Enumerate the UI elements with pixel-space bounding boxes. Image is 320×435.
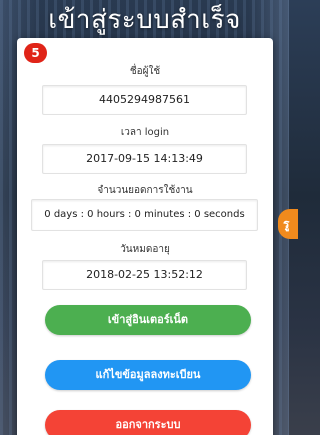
internet-button[interactable]: เข้าสู่อินเตอร์เน็ต <box>45 305 251 335</box>
logout-button[interactable]: ออกจากระบบ <box>45 410 251 435</box>
login-status-card: 5 ชื่อผู้ใช้ 4405294987561 เวลา login 20… <box>17 38 273 435</box>
username-field: 4405294987561 <box>42 85 247 115</box>
expiry-field: 2018-02-25 13:52:12 <box>42 260 247 290</box>
usage-time-label: จำนวนยอดการใช้งาน <box>97 185 193 196</box>
side-tab-label: รู <box>283 217 290 231</box>
usage-time-field: 0 days : 0 hours : 0 minutes : 0 seconds <box>31 199 258 231</box>
login-time-field: 2017-09-15 14:13:49 <box>42 144 247 174</box>
username-label: ชื่อผู้ใช้ <box>129 66 161 77</box>
side-tab-button[interactable]: รู <box>278 209 298 239</box>
edit-registration-button[interactable]: แก้ไขข้อมูลลงทะเบียน <box>45 360 251 390</box>
expiry-label: วันหมดอายุ <box>120 244 170 255</box>
login-time-label: เวลา login <box>120 127 170 138</box>
step-badge: 5 <box>24 43 47 63</box>
page-title: เข้าสู่ระบบสำเร็จ <box>48 5 241 35</box>
